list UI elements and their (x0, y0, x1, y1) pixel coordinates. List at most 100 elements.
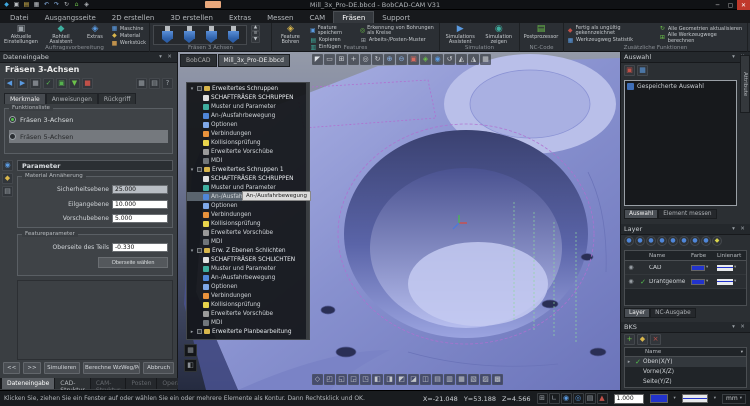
ortho-icon[interactable]: ∟ (549, 393, 560, 404)
wizard-tab-r-ckgriff[interactable]: Rückgriff (98, 93, 137, 104)
view-style-5-icon[interactable]: ▨ (480, 374, 491, 385)
ucs-row-oben-x-y[interactable]: ▸✓Oben(X/Y) (625, 357, 746, 367)
close-panel-icon[interactable]: ✕ (738, 225, 747, 233)
current-linetype-select[interactable] (682, 394, 708, 403)
layer-tab-layer[interactable]: Layer (624, 308, 650, 318)
vorschubebene-input[interactable] (112, 214, 168, 223)
rotate-right-icon[interactable]: ◪ (408, 374, 419, 385)
tree-group-erweiterte-planbearbeitung[interactable]: ▸Erweiterte Planbearbeitung (187, 327, 309, 336)
pan-icon[interactable]: + (348, 54, 359, 65)
zoom-in-icon[interactable]: ⊕ (384, 54, 395, 65)
pin-panel-icon[interactable]: ▾ (729, 53, 738, 61)
zoom-window-icon[interactable]: ◎ (360, 54, 371, 65)
prev-step-icon[interactable]: ◀ (4, 78, 15, 89)
color-dropdown-caret-icon[interactable]: ▾ (706, 265, 708, 270)
bohrungen-als-kreise-button[interactable]: ◎Erkennung von Bohrungen als Kreise (360, 26, 436, 37)
ucs-xz-icon[interactable]: ◈ (420, 54, 431, 65)
tree-item-kollisionspr-fung[interactable]: Kollisionsprüfung (187, 219, 309, 228)
wizard-tab-anweisungen[interactable]: Anweisungen (46, 93, 98, 104)
tree-item-muster-und-parameter[interactable]: Muster und Parameter (187, 102, 309, 111)
operation-checkbox[interactable] (197, 86, 202, 91)
expand-caret-icon[interactable]: ▾ (189, 86, 195, 92)
extras-button[interactable]: ◈ Extras (83, 25, 107, 40)
next-operation-button[interactable]: >> (23, 362, 40, 374)
tree-item-schaftfr-ser-schruppen[interactable]: SCHAFTFRÄSER SCHRUPPEN (187, 93, 309, 102)
tree-item-mdi[interactable]: MDI (187, 237, 309, 246)
wireframe-view-icon[interactable]: ◮ (468, 54, 479, 65)
view-style-4-icon[interactable]: ▧ (468, 374, 479, 385)
saved-selection-item[interactable]: Gespeicherte Auswahl (627, 83, 734, 90)
view-style-2-icon[interactable]: ▥ (444, 374, 455, 385)
rename-layer-icon[interactable]: ◆ (712, 236, 722, 246)
report-icon[interactable]: ▤ (149, 78, 160, 89)
rotate-left-icon[interactable]: ◩ (396, 374, 407, 385)
tree-group-erweitertes-schruppen[interactable]: ▾Erweitertes Schruppen (187, 84, 309, 93)
feature-list-option-5axis[interactable]: Fräsen 5-Achsen (9, 130, 168, 143)
document-tab-mill-3x-pro-de-bbcd[interactable]: Mill_3x_Pro-DE.bbcd (218, 54, 290, 67)
add-ucs-icon[interactable]: + (624, 334, 635, 345)
tree-item-kollisionspr-fung[interactable]: Kollisionsprüfung (187, 300, 309, 309)
close-panel-icon[interactable]: ✕ (738, 323, 747, 331)
layer-visibility-icon[interactable]: ◉ (625, 278, 637, 285)
simulations-assistent-button[interactable]: ▶ Simulations Assistent (443, 25, 478, 46)
workspace-3d-icon[interactable]: ◧ (184, 359, 197, 372)
ucs-row-vorne-x-z[interactable]: Vorne(X/Z) (625, 367, 746, 377)
operation-checkbox[interactable] (197, 329, 202, 334)
wizard-tab-merkmale[interactable]: Merkmale (4, 93, 46, 104)
sicherheitsebene-input[interactable] (112, 185, 168, 194)
pin-panel-icon[interactable]: ▾ (729, 323, 738, 331)
view-style-3-icon[interactable]: ▦ (456, 374, 467, 385)
tree-item-mdi[interactable]: MDI (187, 318, 309, 327)
edit-ucs-icon[interactable]: ◆ (637, 334, 648, 345)
stock-icon[interactable]: ■ (30, 78, 41, 89)
kopieren-button[interactable]: ▤Kopieren (310, 38, 356, 44)
layer-row-drahtgeome[interactable]: ◉✓Drahtgeome▾▾ (625, 275, 746, 289)
tree-group-erweitertes-schruppen-1[interactable]: ▾Erweitertes Schruppen 1 (187, 165, 309, 174)
close-button[interactable]: ✕ (737, 0, 750, 10)
notes-icon[interactable]: ▤ (2, 186, 13, 197)
close-panel-icon[interactable]: ✕ (165, 53, 174, 61)
delete-operation-icon[interactable]: ■ (82, 78, 93, 89)
tree-item-muster-und-parameter[interactable]: Muster und Parameter (187, 264, 309, 273)
layer-color-swatch[interactable] (691, 265, 705, 271)
save-operation-icon[interactable]: ▼ (69, 78, 80, 89)
rohteil-assistent-button[interactable]: ◆ Rohteil Assistent (43, 25, 79, 46)
bottom-tab-dateneingabe[interactable]: Dateneingabe (2, 378, 54, 389)
layer-status-icon[interactable]: ▤ (585, 393, 596, 404)
ribbon-tab-fr-sen[interactable]: Fräsen (333, 11, 374, 23)
tree-item-mdi[interactable]: MDI (187, 156, 309, 165)
compute-toolpath-button[interactable]: Berechne WzWeg/Post gewählt (83, 362, 140, 374)
saved-selection-list[interactable]: Gespeicherte Auswahl (624, 80, 737, 206)
tree-item-verbindungen[interactable]: Verbindungen (187, 291, 309, 300)
select-arrow-icon[interactable]: ◤ (312, 54, 323, 65)
tree-item-verbindungen[interactable]: Verbindungen (187, 129, 309, 138)
alert-icon[interactable]: ▲ (597, 393, 608, 404)
ucs-yz-icon[interactable]: ◉ (432, 54, 443, 65)
next-step-icon[interactable]: ▶ (17, 78, 28, 89)
ribbon-tab-3d-erstellen[interactable]: 3D erstellen (162, 12, 221, 23)
move-layer-down-icon[interactable]: ● (657, 236, 667, 246)
snap-grid-icon[interactable]: ⊞ (537, 393, 548, 404)
operation-checkbox[interactable] (197, 248, 202, 253)
tree-item-kollisionspr-fung[interactable]: Kollisionsprüfung (187, 138, 309, 147)
scale-input[interactable] (614, 394, 644, 404)
attributes-side-tab[interactable]: Attribute (740, 55, 750, 113)
alle-werkzeugwege-berechnen-button[interactable]: ⊞Alle Werkzeugwege berechnen (659, 33, 744, 44)
layer-row-cad[interactable]: ◉CAD▾▾ (625, 261, 746, 275)
ribbon-tab-extras[interactable]: Extras (221, 12, 259, 23)
3d-viewport[interactable]: BobCADMill_3x_Pro-DE.bbcd ◤▭⊞+◎↻⊕⊖▣◈◉↺◭◮… (178, 52, 620, 390)
selection-tab-element-messen[interactable]: Element messen (658, 209, 716, 219)
view-style-1-icon[interactable]: ▤ (432, 374, 443, 385)
filter-caret-icon[interactable]: ▾ (741, 350, 743, 355)
selection-tab-auswahl[interactable]: Auswahl (624, 209, 658, 219)
iso-view-icon[interactable]: ◇ (312, 374, 323, 385)
aktuelle-einstellungen-button[interactable]: ▣ Aktuelle Einstellungen (3, 25, 39, 46)
tree-item-an-ausfahrbewegung[interactable]: An-/Ausfahrbewegung (187, 273, 309, 282)
ribbon-tab-datei[interactable]: Datei (2, 12, 37, 23)
chain-select-icon[interactable]: ⊞ (336, 54, 347, 65)
posten-muster-button[interactable]: ⊞Arbeits-/Posten-Muster (360, 38, 436, 44)
window-select-icon[interactable]: ▭ (324, 54, 335, 65)
werkzeugweg-statistik-button[interactable]: ▦Werkzeugweg Statistik (567, 38, 655, 44)
ucs-row-seite-y-z[interactable]: Seite(Y/Z) (625, 377, 746, 387)
linetype-dropdown-caret-icon[interactable]: ▾ (734, 279, 736, 284)
